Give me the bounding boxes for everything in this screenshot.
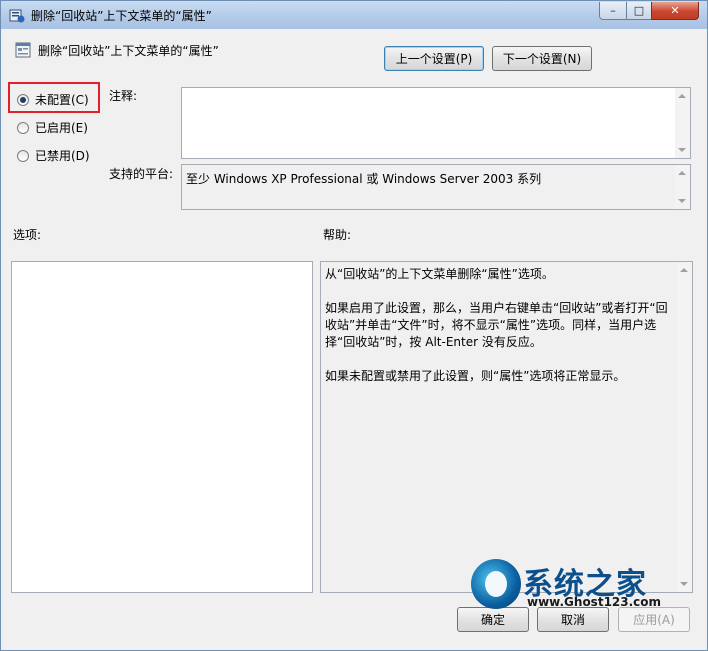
next-setting-button[interactable]: 下一个设置(N)	[492, 46, 592, 71]
platform-value: 至少 Windows XP Professional 或 Windows Ser…	[186, 172, 542, 186]
help-text: 从“回收站”的上下文菜单删除“属性”选项。 如果启用了此设置，那么，当用户右键单…	[325, 266, 672, 402]
radio-not-configured[interactable]: 未配置(C)	[17, 91, 89, 108]
minimize-button[interactable]: –	[599, 2, 627, 20]
radio-enabled[interactable]: 已启用(E)	[17, 119, 88, 136]
help-scrollbar[interactable]	[677, 262, 692, 592]
close-button[interactable]: ✕	[651, 2, 699, 20]
options-pane	[11, 261, 313, 593]
previous-setting-button[interactable]: 上一个设置(P)	[384, 46, 484, 71]
scroll-down-icon[interactable]	[678, 199, 686, 203]
radio-disabled-label: 已禁用(D)	[35, 149, 90, 163]
help-paragraph: 如果未配置或禁用了此设置，则“属性”选项将正常显示。	[325, 369, 626, 383]
comment-scrollbar[interactable]	[675, 88, 690, 158]
help-paragraph: 如果启用了此设置，那么，当用户右键单击“回收站”或者打开“回收站”并单击“文件”…	[325, 301, 668, 349]
window-title: 删除“回收站”上下文菜单的“属性”	[31, 9, 212, 23]
comment-textarea[interactable]	[181, 87, 691, 159]
radio-button[interactable]	[17, 121, 29, 134]
radio-button[interactable]	[17, 149, 29, 162]
platform-scrollbar[interactable]	[675, 165, 690, 209]
maximize-icon: □	[633, 4, 645, 17]
policy-icon	[9, 9, 25, 23]
comment-label: 注释:	[109, 89, 138, 103]
platform-label: 支持的平台:	[109, 167, 174, 181]
options-label: 选项:	[13, 228, 42, 242]
setting-icon	[15, 42, 31, 58]
scroll-down-icon[interactable]	[678, 148, 686, 152]
help-pane: 从“回收站”的上下文菜单删除“属性”选项。 如果启用了此设置，那么，当用户右键单…	[320, 261, 693, 593]
radio-enabled-label: 已启用(E)	[35, 121, 88, 135]
radio-disabled[interactable]: 已禁用(D)	[17, 147, 90, 164]
watermark: 系统之家 www.Ghost123.com	[469, 557, 699, 617]
watermark-logo-icon	[471, 559, 521, 609]
platform-field: 至少 Windows XP Professional 或 Windows Ser…	[181, 164, 691, 210]
help-paragraph: 从“回收站”的上下文菜单删除“属性”选项。	[325, 267, 554, 281]
scroll-up-icon[interactable]	[678, 171, 686, 175]
help-label: 帮助:	[323, 228, 352, 242]
radio-button-selected[interactable]	[17, 93, 29, 106]
dialog-window: 删除“回收站”上下文菜单的“属性” – □ ✕ 删除“回收站”上下文菜单的“属性…	[0, 0, 708, 651]
maximize-button[interactable]: □	[626, 2, 652, 20]
scroll-up-icon[interactable]	[680, 268, 688, 272]
close-icon: ✕	[670, 4, 680, 17]
radio-not-configured-label: 未配置(C)	[35, 93, 89, 107]
scroll-up-icon[interactable]	[678, 94, 686, 98]
minimize-icon: –	[610, 4, 616, 17]
title-bar[interactable]: 删除“回收站”上下文菜单的“属性” – □ ✕	[1, 1, 707, 29]
watermark-url: www.Ghost123.com	[527, 595, 662, 609]
setting-title: 删除“回收站”上下文菜单的“属性”	[38, 44, 219, 58]
